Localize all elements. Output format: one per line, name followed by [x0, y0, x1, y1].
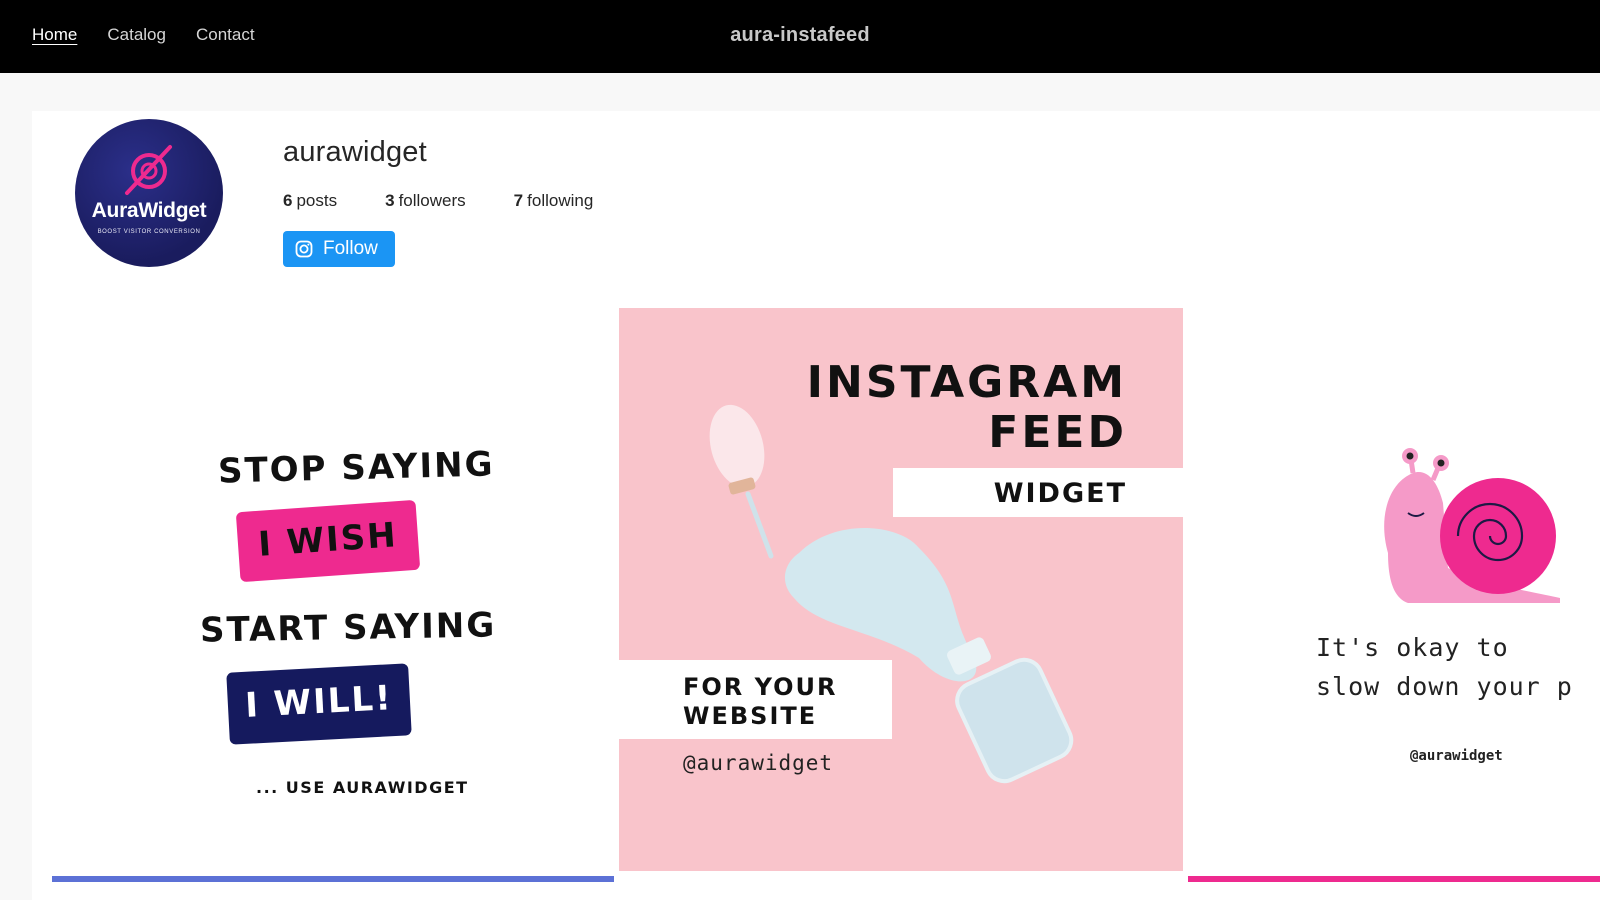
avatar-tagline: BOOST VISITOR CONVERSION — [97, 229, 201, 235]
post2-title-line1: INSTAGRAM — [806, 357, 1127, 408]
post1-footer: ... USE AURAWIDGET — [256, 778, 469, 797]
post2-band-bottom: FOR YOUR WEBSITE — [683, 673, 838, 730]
stat-posts-count: 6 — [283, 191, 293, 210]
post1-line2: START SAYING — [199, 605, 497, 651]
snail-illustration — [1384, 448, 1560, 603]
follow-button-label: Follow — [323, 238, 378, 259]
feed-post-4-edge[interactable] — [52, 876, 614, 882]
post1-highlight1-stroke: I WISH — [235, 499, 421, 583]
profile-avatar[interactable]: AuraWidget BOOST VISITOR CONVERSION — [75, 119, 223, 267]
profile-stats: 6 posts 3 followers 7 following — [283, 191, 593, 211]
post1-highlight2: I WILL! — [244, 678, 394, 726]
post3-handle: @aurawidget — [1410, 748, 1503, 764]
stat-posts: 6 posts — [283, 191, 337, 211]
instagram-icon — [295, 240, 313, 258]
stat-following-label: following — [527, 191, 594, 210]
instagram-feed-widget: AuraWidget BOOST VISITOR CONVERSION aura… — [32, 111, 1600, 900]
stat-followers: 3 followers — [385, 191, 466, 211]
feed-post-2[interactable]: INSTAGRAM FEED WIDGET FOR YOUR WEBSITE @… — [619, 308, 1183, 871]
post2-title: INSTAGRAM FEED — [807, 358, 1127, 458]
feed-post-6-edge[interactable] — [1188, 876, 1600, 882]
post2-handle: @aurawidget — [683, 751, 834, 775]
stat-followers-label: followers — [398, 191, 466, 210]
nav-catalog-link[interactable]: Catalog — [107, 25, 166, 45]
store-name[interactable]: aura-instafeed — [650, 24, 950, 47]
post2-band-top: WIDGET — [993, 478, 1127, 509]
stat-following: 7 following — [514, 191, 594, 211]
feed-post-3[interactable]: It's okay to slow down your p @aurawidge… — [1188, 308, 1600, 871]
follow-button[interactable]: Follow — [283, 231, 395, 267]
top-bar: Home Catalog Contact aura-instafeed — [0, 0, 1600, 73]
post1-highlight2-stroke: I WILL! — [226, 663, 412, 745]
profile-username[interactable]: aurawidget — [283, 136, 427, 169]
stat-followers-count: 3 — [385, 191, 395, 210]
avatar-wordmark: AuraWidget — [91, 199, 207, 222]
nav-home-link[interactable]: Home — [32, 25, 77, 45]
feed-post-1[interactable]: STOP SAYING I WISH START SAYING I WILL! … — [52, 308, 615, 871]
post1-line1: STOP SAYING — [217, 444, 496, 492]
post2-website-band: FOR YOUR WEBSITE — [619, 660, 892, 739]
post3-caption: It's okay to slow down your p — [1316, 633, 1573, 701]
aurawidget-logo-icon — [125, 145, 172, 195]
stat-following-count: 7 — [513, 191, 524, 210]
post2-title-line2: FEED — [988, 407, 1127, 458]
post1-highlight1: I WISH — [256, 515, 399, 565]
stat-posts-label: posts — [296, 191, 338, 210]
post2-widget-band: WIDGET — [893, 468, 1183, 517]
main-nav: Home Catalog Contact — [32, 25, 255, 45]
nav-contact-link[interactable]: Contact — [196, 25, 255, 45]
